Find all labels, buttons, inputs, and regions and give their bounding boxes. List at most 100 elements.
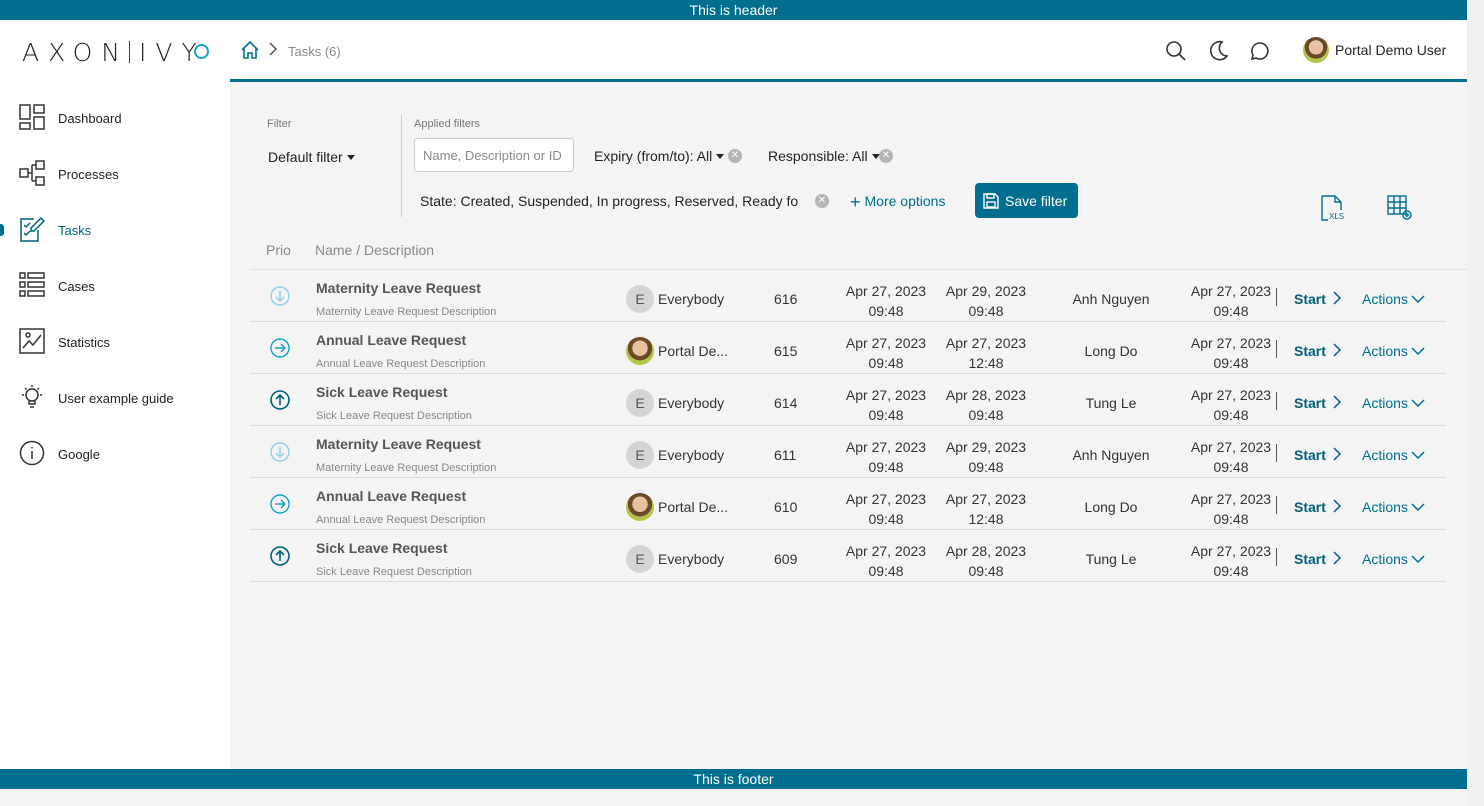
actions-button[interactable]: Actions <box>1362 395 1408 411</box>
column-header-prio[interactable]: Prio <box>266 242 291 258</box>
table-row[interactable]: Sick Leave Request Sick Leave Request Des… <box>250 374 1446 426</box>
task-name[interactable]: Sick Leave Request <box>316 540 448 556</box>
sidebar-nav: Dashboard Processes Tasks Cases Statisti… <box>0 90 230 482</box>
logo-dot-icon <box>194 44 209 59</box>
column-header-name[interactable]: Name / Description <box>315 242 434 258</box>
modified-date: Apr 27, 2023 09:48 <box>1190 439 1272 475</box>
export-xls-icon[interactable]: XLS <box>1319 195 1345 221</box>
chevron-down-icon[interactable] <box>1410 294 1426 304</box>
more-options-label: More options <box>864 193 946 209</box>
task-id: 611 <box>774 447 797 463</box>
expiry-date: Apr 28, 2023 09:48 <box>945 387 1027 423</box>
task-name[interactable]: Sick Leave Request <box>316 384 448 400</box>
sidebar-item-dashboard[interactable]: Dashboard <box>0 90 230 146</box>
actions-button[interactable]: Actions <box>1362 499 1408 515</box>
default-filter-dropdown[interactable]: Default filter <box>268 149 355 165</box>
responsible-avatar <box>626 337 654 365</box>
responsible-name: Portal De... <box>658 343 729 359</box>
sidebar-item-google[interactable]: Google <box>0 426 230 482</box>
chevron-right-icon[interactable] <box>1332 342 1342 358</box>
sidebar-item-statistics[interactable]: Statistics <box>0 314 230 370</box>
chevron-down-icon[interactable] <box>1410 398 1426 408</box>
sidebar-item-processes[interactable]: Processes <box>0 146 230 202</box>
responsible-name: Portal De... <box>658 499 729 515</box>
responsible-name: Everybody <box>658 395 725 411</box>
default-filter-label: Default filter <box>268 149 343 165</box>
expiry-date: Apr 29, 2023 09:48 <box>945 439 1027 475</box>
expiry-filter-chip[interactable]: Expiry (from/to): All <box>594 148 725 164</box>
remove-expiry-filter-icon[interactable]: ✕ <box>728 149 742 163</box>
column-settings-icon[interactable] <box>1387 195 1413 221</box>
cases-icon <box>19 272 45 297</box>
divider <box>1276 548 1277 566</box>
more-options-button[interactable]: + More options <box>850 192 945 213</box>
remove-responsible-filter-icon[interactable]: ✕ <box>879 149 893 163</box>
start-button[interactable]: Start <box>1294 447 1326 463</box>
created-date: Apr 27, 2023 09:48 <box>845 543 927 579</box>
start-button[interactable]: Start <box>1294 551 1326 567</box>
assignee-name: Long Do <box>1084 499 1138 515</box>
actions-button[interactable]: Actions <box>1362 447 1408 463</box>
save-filter-button[interactable]: Save filter <box>975 183 1078 218</box>
table-row[interactable]: Annual Leave Request Annual Leave Request… <box>250 322 1446 374</box>
home-icon[interactable] <box>240 40 260 60</box>
chevron-right-icon[interactable] <box>1332 446 1342 462</box>
table-row[interactable]: Maternity Leave Request Maternity Leave R… <box>250 426 1446 478</box>
created-date: Apr 27, 2023 09:48 <box>845 283 927 319</box>
search-icon[interactable] <box>1165 40 1187 62</box>
chevron-right-icon[interactable] <box>1332 290 1342 306</box>
expiry-filter-label: Expiry (from/to): All <box>594 148 713 164</box>
divider <box>1276 340 1277 358</box>
start-button[interactable]: Start <box>1294 343 1326 359</box>
caret-down-icon <box>716 154 725 159</box>
table-row[interactable]: Sick Leave Request Sick Leave Request Des… <box>250 530 1446 582</box>
chevron-down-icon[interactable] <box>1410 502 1426 512</box>
chevron-down-icon[interactable] <box>1410 450 1426 460</box>
logo: AXON IVY <box>22 38 206 67</box>
footer-banner: This is footer <box>0 769 1467 789</box>
actions-button[interactable]: Actions <box>1362 291 1408 307</box>
task-name[interactable]: Annual Leave Request <box>316 332 466 348</box>
expiry-date: Apr 27, 2023 12:48 <box>945 491 1027 527</box>
chevron-right-icon[interactable] <box>1332 550 1342 566</box>
chevron-down-icon[interactable] <box>1410 346 1426 356</box>
chat-icon[interactable] <box>1249 40 1271 62</box>
start-button[interactable]: Start <box>1294 395 1326 411</box>
remove-state-filter-icon[interactable]: ✕ <box>815 194 829 208</box>
modified-date: Apr 27, 2023 09:48 <box>1190 491 1272 527</box>
expiry-date: Apr 28, 2023 09:48 <box>945 543 1027 579</box>
divider <box>401 115 402 217</box>
chevron-right-icon[interactable] <box>1332 498 1342 514</box>
main-content: Filter Default filter Applied filters Ex… <box>230 85 1467 769</box>
actions-button[interactable]: Actions <box>1362 551 1408 567</box>
sidebar: AXON IVY Dashboard Processes Tasks Cases … <box>0 20 230 769</box>
chevron-right-icon[interactable] <box>1332 394 1342 410</box>
search-input[interactable] <box>414 138 574 172</box>
sidebar-item-cases[interactable]: Cases <box>0 258 230 314</box>
chevron-down-icon[interactable] <box>1410 554 1426 564</box>
scrollbar-track[interactable] <box>1467 0 1484 806</box>
created-date: Apr 27, 2023 09:48 <box>845 335 927 371</box>
avatar[interactable] <box>1303 37 1329 63</box>
plus-icon: + <box>850 192 861 212</box>
sidebar-item-user-example-guide[interactable]: User example guide <box>0 370 230 426</box>
breadcrumb[interactable]: Tasks (6) <box>288 44 341 59</box>
actions-button[interactable]: Actions <box>1362 343 1408 359</box>
priority-normal-icon <box>270 338 290 358</box>
task-name[interactable]: Annual Leave Request <box>316 488 466 504</box>
responsible-avatar: E <box>626 389 654 417</box>
task-name[interactable]: Maternity Leave Request <box>316 280 481 296</box>
start-button[interactable]: Start <box>1294 499 1326 515</box>
top-bar: Tasks (6) Portal Demo User <box>230 20 1467 82</box>
state-filter-chip[interactable]: State: Created, Suspended, In progress, … <box>420 193 798 209</box>
table-row[interactable]: Annual Leave Request Annual Leave Request… <box>250 478 1446 530</box>
responsible-filter-chip[interactable]: Responsible: All <box>768 148 880 164</box>
user-name[interactable]: Portal Demo User <box>1335 42 1446 58</box>
task-name[interactable]: Maternity Leave Request <box>316 436 481 452</box>
sidebar-item-label: Statistics <box>58 334 111 350</box>
table-row[interactable]: Maternity Leave Request Maternity Leave R… <box>250 270 1446 322</box>
sidebar-item-tasks[interactable]: Tasks <box>0 202 230 258</box>
start-button[interactable]: Start <box>1294 291 1326 307</box>
moon-icon[interactable] <box>1207 40 1229 62</box>
priority-high-icon <box>270 546 290 566</box>
